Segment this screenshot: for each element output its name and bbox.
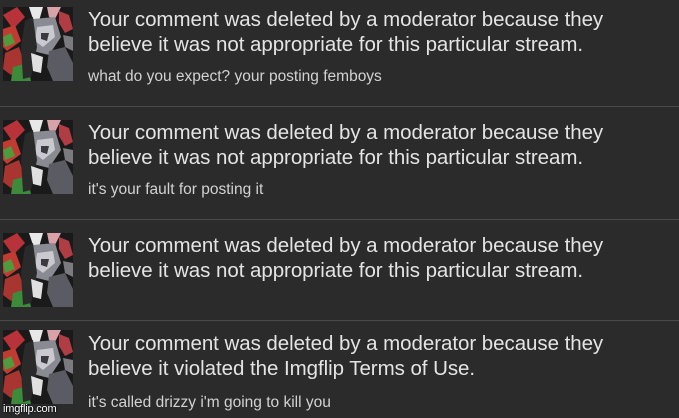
notification-message: Your comment was deleted by a moderator … — [88, 331, 665, 381]
notification-item[interactable]: Your comment was deleted by a moderator … — [0, 321, 679, 418]
user-avatar[interactable] — [3, 330, 73, 404]
notification-item[interactable]: Your comment was deleted by a moderator … — [0, 0, 679, 107]
notification-message-line: believe it was not appropriate for this … — [88, 146, 584, 169]
notification-message-line: believe it violated the Imgflip Terms of… — [88, 357, 476, 380]
user-avatar[interactable] — [3, 120, 73, 194]
deleted-comment-text: it's called drizzy i'm going to kill you — [88, 394, 331, 411]
user-avatar[interactable] — [3, 233, 73, 307]
notification-message-line: Your comment was deleted by a moderator … — [88, 121, 604, 144]
notification-message: Your comment was deleted by a moderator … — [88, 7, 665, 57]
notification-message: Your comment was deleted by a moderator … — [88, 120, 665, 170]
notification-message: Your comment was deleted by a moderator … — [88, 233, 665, 283]
notification-message-line: Your comment was deleted by a moderator … — [88, 332, 604, 355]
notification-message-line: Your comment was deleted by a moderator … — [88, 8, 604, 31]
user-avatar[interactable] — [3, 7, 73, 81]
notification-message-line: Your comment was deleted by a moderator … — [88, 234, 604, 257]
notification-item[interactable]: Your comment was deleted by a moderator … — [0, 107, 679, 220]
notification-message-line: believe it was not appropriate for this … — [88, 33, 584, 56]
notification-message-line: believe it was not appropriate for this … — [88, 259, 584, 282]
imgflip-watermark: imgflip.com — [3, 403, 57, 415]
deleted-comment-text: what do you expect? your posting femboys — [88, 68, 382, 85]
notification-feed: Your comment was deleted by a moderator … — [0, 0, 679, 418]
deleted-comment-text: it's your fault for posting it — [88, 181, 264, 198]
notification-item[interactable]: Your comment was deleted by a moderator … — [0, 220, 679, 321]
